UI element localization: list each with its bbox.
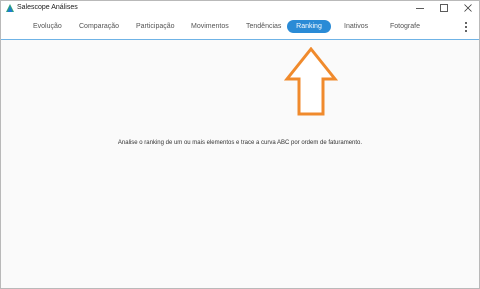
close-button[interactable] (456, 1, 479, 15)
minimize-button[interactable] (408, 1, 432, 15)
up-arrow-icon (284, 47, 338, 116)
tab-participacao[interactable]: Participação (136, 20, 175, 33)
tab-comparacao[interactable]: Comparação (79, 20, 119, 33)
vertical-dots-icon[interactable] (463, 21, 469, 33)
main-content: Analise o ranking de um ou mais elemento… (1, 40, 479, 288)
nav-bar: Evolução Comparação Participação Movimen… (1, 15, 479, 40)
app-window: Salescope Análises Evolução Comparação P… (0, 0, 480, 289)
tab-ranking[interactable]: Ranking (287, 20, 331, 33)
minimize-icon (416, 8, 424, 9)
maximize-button[interactable] (432, 1, 456, 15)
maximize-icon (440, 4, 448, 12)
tab-fotografe[interactable]: Fotografe (390, 20, 420, 33)
title-bar: Salescope Análises (1, 1, 479, 15)
tab-inativos[interactable]: Inativos (344, 20, 368, 33)
window-title: Salescope Análises (17, 4, 78, 11)
ranking-instruction-text: Analise o ranking de um ou mais elemento… (117, 140, 363, 146)
tab-tendencias[interactable]: Tendências (246, 20, 281, 33)
salescope-logo-icon (6, 4, 14, 12)
tab-evolucao[interactable]: Evolução (33, 20, 62, 33)
tab-movimentos[interactable]: Movimentos (191, 20, 229, 33)
close-icon (464, 4, 472, 12)
